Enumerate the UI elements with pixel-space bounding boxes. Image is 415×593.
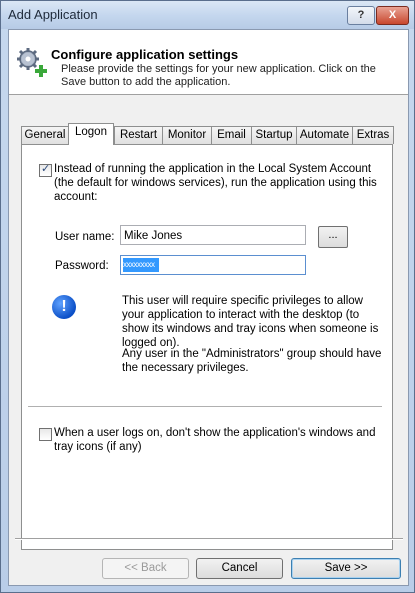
logon-tab-panel: Instead of running the application in th…	[21, 144, 393, 550]
bottom-divider	[15, 538, 403, 540]
browse-user-button[interactable]: ...	[318, 226, 348, 248]
wizard-header: Configure application settings Please pr…	[9, 30, 408, 95]
title-bar[interactable]: Add Application ? X	[1, 1, 414, 29]
tab-automate[interactable]: Automate	[296, 126, 353, 144]
help-button[interactable]: ?	[347, 6, 375, 25]
tab-startup[interactable]: Startup	[251, 126, 297, 144]
tab-monitor[interactable]: Monitor	[162, 126, 212, 144]
cancel-button[interactable]: Cancel	[196, 558, 283, 579]
dialog-client-area: Configure application settings Please pr…	[8, 29, 409, 586]
tab-general[interactable]: General	[21, 126, 69, 144]
password-field[interactable]: xxxxxxxxx	[120, 255, 306, 275]
close-button[interactable]: X	[376, 6, 409, 25]
header-description: Please provide the settings for your new…	[61, 63, 376, 88]
info-privileges-text: This user will require specific privileg…	[122, 295, 379, 349]
user-name-field[interactable]: Mike Jones	[120, 225, 306, 245]
tab-email[interactable]: Email	[211, 126, 252, 144]
back-button[interactable]: << Back	[102, 558, 189, 579]
hide-windows-label: When a user logs on, don't show the appl…	[54, 427, 376, 453]
header-title: Configure application settings	[51, 47, 239, 62]
exclamation-info-icon: !	[52, 295, 76, 319]
run-as-label: Instead of running the application in th…	[54, 163, 377, 203]
tab-extras[interactable]: Extras	[352, 126, 394, 144]
panel-divider	[28, 406, 382, 407]
tab-logon[interactable]: Logon	[68, 123, 114, 145]
run-as-checkbox[interactable]	[39, 162, 52, 177]
gears-add-icon	[17, 48, 47, 77]
user-name-label: User name:	[55, 231, 115, 243]
password-label: Password:	[55, 260, 109, 272]
save-button[interactable]: Save >>	[291, 558, 401, 579]
add-application-window: Add Application ? X Configure applicatio…	[0, 0, 415, 593]
window-title: Add Application	[8, 7, 98, 22]
password-mask: xxxxxxxxx	[123, 258, 159, 272]
info-administrators-text: Any user in the "Administrators" group s…	[122, 348, 382, 374]
tab-restart[interactable]: Restart	[114, 126, 163, 144]
hide-windows-checkbox[interactable]	[39, 428, 52, 441]
